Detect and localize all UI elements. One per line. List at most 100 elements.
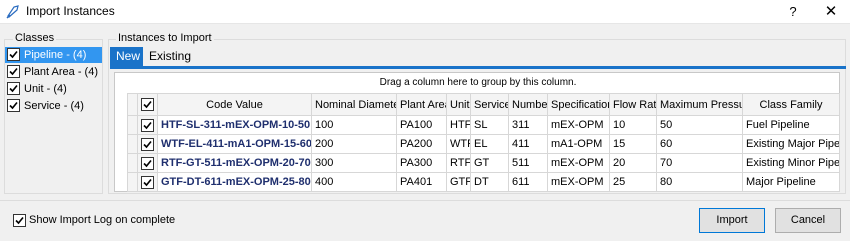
row-header [127, 115, 138, 135]
unit-cell: GTF [446, 172, 471, 192]
row-header [127, 134, 138, 154]
class-family-cell: Existing Major Pipeline [742, 134, 840, 154]
column-header-number[interactable]: Number [508, 93, 548, 116]
column-header-maximum-pressure[interactable]: Maximum Pressure [656, 93, 743, 116]
class-item-label: Plant Area - (4) [24, 66, 98, 78]
specification-cell: mEX-OPM [547, 172, 610, 192]
column-header-unit[interactable]: Unit [446, 93, 471, 116]
code-value-cell: GTF-DT-611-mEX-OPM-25-80 [157, 172, 312, 192]
table-row[interactable]: RTF-GT-511-mEX-OPM-20-70 300 PA300 RTF G… [127, 153, 840, 173]
class-item-plant-area[interactable]: Plant Area - (4) [5, 64, 102, 80]
row-header-corner [127, 93, 138, 116]
checkbox[interactable] [7, 99, 20, 112]
plant-area-cell: PA100 [396, 115, 447, 135]
flow-rate-cell: 10 [609, 115, 657, 135]
cancel-button[interactable]: Cancel [775, 208, 841, 233]
row-header [127, 172, 138, 192]
row-select-cell[interactable] [137, 115, 158, 135]
nominal-diameter-cell: 400 [311, 172, 397, 192]
table-header-row: Code Value Nominal Diameter Plant Area U… [127, 93, 840, 116]
select-all-checkbox[interactable] [141, 98, 154, 111]
flow-rate-cell: 15 [609, 134, 657, 154]
select-all-cell[interactable] [137, 93, 158, 116]
row-checkbox[interactable] [141, 156, 154, 170]
title-bar: Import Instances ? ✕ [0, 0, 850, 24]
specification-cell: mEX-OPM [547, 115, 610, 135]
tab-strip-underline [110, 66, 846, 69]
table-row[interactable]: WTF-EL-411-mA1-OPM-15-60 200 PA200 WTF E… [127, 134, 840, 154]
flow-rate-cell: 25 [609, 172, 657, 192]
checkbox[interactable] [7, 82, 20, 95]
class-item-label: Unit - (4) [24, 83, 67, 95]
number-cell: 511 [508, 153, 548, 173]
maximum-pressure-cell: 60 [656, 134, 743, 154]
class-family-cell: Fuel Pipeline [742, 115, 840, 135]
class-item-unit[interactable]: Unit - (4) [5, 81, 102, 97]
class-item-label: Pipeline - (4) [24, 49, 87, 61]
plant-area-cell: PA401 [396, 172, 447, 192]
row-select-cell[interactable] [137, 153, 158, 173]
checkbox[interactable] [7, 48, 20, 61]
table-row[interactable]: GTF-DT-611-mEX-OPM-25-80 400 PA401 GTF D… [127, 172, 840, 192]
footer-divider [0, 200, 850, 201]
table-row[interactable]: HTF-SL-311-mEX-OPM-10-50 100 PA100 HTF S… [127, 115, 840, 135]
service-cell: GT [470, 153, 509, 173]
row-checkbox[interactable] [141, 175, 154, 189]
row-header [127, 153, 138, 173]
class-family-cell: Major Pipeline [742, 172, 840, 192]
service-cell: SL [470, 115, 509, 135]
class-family-cell: Existing Minor Pipeline [742, 153, 840, 173]
maximum-pressure-cell: 50 [656, 115, 743, 135]
import-button[interactable]: Import [699, 208, 765, 233]
class-item-service[interactable]: Service - (4) [5, 98, 102, 114]
maximum-pressure-cell: 70 [656, 153, 743, 173]
code-value-cell: RTF-GT-511-mEX-OPM-20-70 [157, 153, 312, 173]
class-item-label: Service - (4) [24, 100, 84, 112]
class-item-pipeline[interactable]: Pipeline - (4) [5, 47, 102, 63]
help-button[interactable]: ? [776, 1, 810, 23]
number-cell: 411 [508, 134, 548, 154]
show-import-log-checkbox[interactable] [13, 214, 26, 227]
classes-legend: Classes [13, 32, 57, 44]
plant-area-cell: PA200 [396, 134, 447, 154]
maximum-pressure-cell: 80 [656, 172, 743, 192]
row-select-cell[interactable] [137, 134, 158, 154]
nominal-diameter-cell: 100 [311, 115, 397, 135]
group-by-drop-area[interactable]: Drag a column here to group by this colu… [115, 77, 841, 88]
unit-cell: WTF [446, 134, 471, 154]
instances-legend: Instances to Import [116, 32, 214, 44]
column-header-nominal-diameter[interactable]: Nominal Diameter [311, 93, 397, 116]
window-title: Import Instances [26, 4, 115, 18]
number-cell: 311 [508, 115, 548, 135]
unit-cell: HTF [446, 115, 471, 135]
column-header-plant-area[interactable]: Plant Area [396, 93, 447, 116]
service-cell: EL [470, 134, 509, 154]
column-header-service[interactable]: Service [470, 93, 509, 116]
row-select-cell[interactable] [137, 172, 158, 192]
show-import-log-label[interactable]: Show Import Log on complete [29, 214, 175, 226]
row-checkbox[interactable] [141, 137, 154, 151]
column-header-flow-rate[interactable]: Flow Rate [609, 93, 657, 116]
row-checkbox[interactable] [141, 118, 154, 132]
close-button[interactable]: ✕ [814, 1, 848, 23]
flow-rate-cell: 20 [609, 153, 657, 173]
instances-grid: Drag a column here to group by this colu… [114, 72, 840, 192]
instances-table: Code Value Nominal Diameter Plant Area U… [127, 93, 840, 192]
specification-cell: mA1-OPM [547, 134, 610, 154]
number-cell: 611 [508, 172, 548, 192]
specification-cell: mEX-OPM [547, 153, 610, 173]
column-header-specification[interactable]: Specification [547, 93, 610, 116]
column-header-class-family[interactable]: Class Family [742, 93, 840, 116]
tab-existing[interactable]: Existing [143, 47, 197, 66]
app-logo-icon [5, 4, 21, 20]
service-cell: DT [470, 172, 509, 192]
code-value-cell: HTF-SL-311-mEX-OPM-10-50 [157, 115, 312, 135]
unit-cell: RTF [446, 153, 471, 173]
tab-new[interactable]: New [110, 47, 143, 66]
nominal-diameter-cell: 200 [311, 134, 397, 154]
nominal-diameter-cell: 300 [311, 153, 397, 173]
plant-area-cell: PA300 [396, 153, 447, 173]
checkbox[interactable] [7, 65, 20, 78]
column-header-code-value[interactable]: Code Value [157, 93, 312, 116]
code-value-cell: WTF-EL-411-mA1-OPM-15-60 [157, 134, 312, 154]
